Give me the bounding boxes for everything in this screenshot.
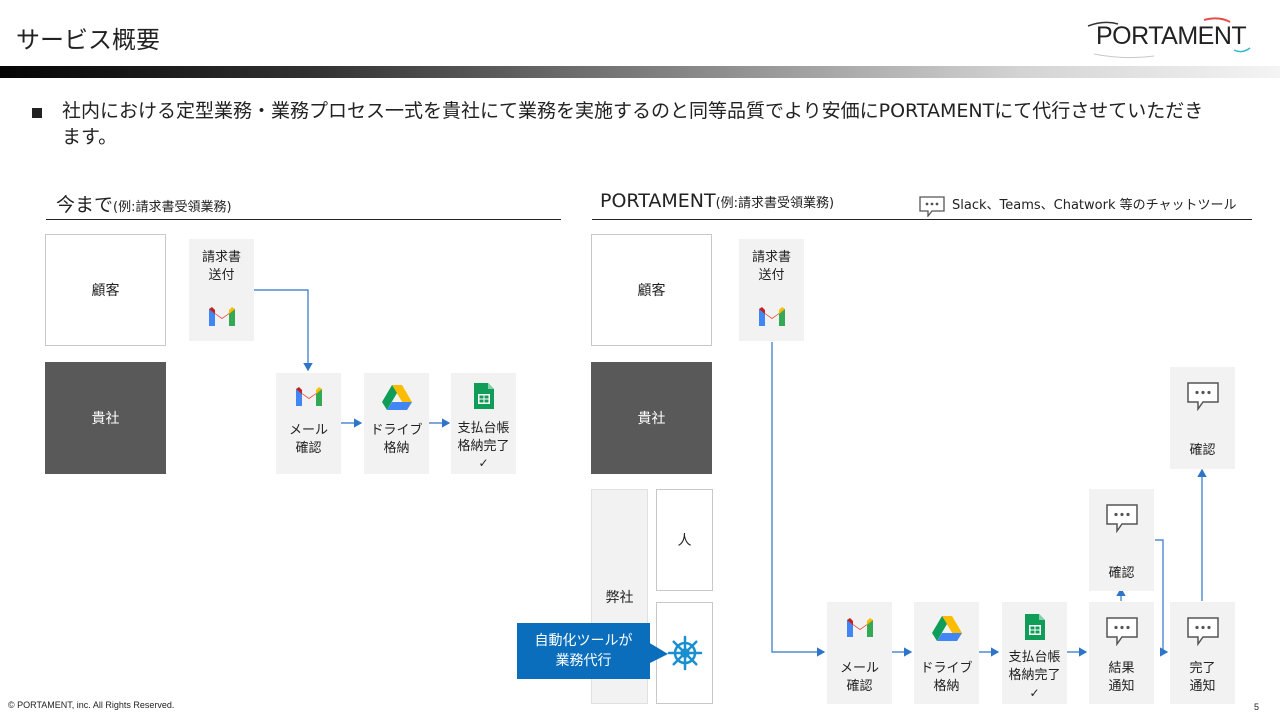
right-title: PORTAMENT xyxy=(600,190,716,212)
gmail-icon xyxy=(295,387,322,406)
step-label: 格納完了 xyxy=(457,439,510,454)
left-step-ledger: 支払台帳 格納完了 ✓ xyxy=(451,373,516,474)
step-label: 通知 xyxy=(1108,679,1135,694)
callout-pointer xyxy=(648,642,668,664)
right-section-title: PORTAMENT(例:請求書受領業務) xyxy=(600,190,834,212)
gmail-icon xyxy=(846,618,873,637)
right-step-drive: ドライブ 格納 xyxy=(914,602,979,704)
step-label: 確認 xyxy=(295,441,322,456)
right-subtitle: (例:請求書受領業務) xyxy=(715,196,835,211)
slide-title: サービス概要 xyxy=(16,26,160,54)
step-label: 完了 xyxy=(1189,661,1216,676)
gmail-icon xyxy=(758,307,785,326)
right-step-invoice: 請求書 送付 xyxy=(739,239,804,341)
right-lane-person: 人 xyxy=(656,489,713,591)
step-label: 送付 xyxy=(208,268,235,283)
google-sheets-icon xyxy=(1024,614,1045,640)
right-step-ledger: 支払台帳 格納完了 ✓ xyxy=(1002,602,1067,704)
callout-line: 自動化ツールが xyxy=(534,633,633,649)
arrow-invoice-to-mail xyxy=(254,289,313,372)
check-mark-icon: ✓ xyxy=(478,456,489,470)
right-section-divider xyxy=(592,219,1252,220)
left-step-mail: メール 確認 xyxy=(276,373,341,474)
right-step-result-notify: 結果 通知 xyxy=(1089,602,1154,704)
step-label: 格納 xyxy=(933,679,960,694)
arrow-invoice-to-mail-right xyxy=(771,342,826,657)
left-lane-customer: 顧客 xyxy=(45,234,166,346)
step-label: 格納 xyxy=(383,441,410,456)
chat-bubble-icon xyxy=(1186,382,1219,411)
google-drive-icon xyxy=(381,385,412,410)
bullet-square-icon xyxy=(32,108,42,118)
legend-text: Slack、Teams、Chatwork 等のチャットツール xyxy=(952,198,1237,213)
step-label: ドライブ xyxy=(370,423,423,438)
step-label: ドライブ xyxy=(920,661,973,676)
right-step-mail: メール 確認 xyxy=(827,602,892,704)
step-label: 支払台帳 xyxy=(457,421,510,436)
left-title: 今まで xyxy=(56,194,114,216)
left-subtitle: (例:請求書受領業務) xyxy=(113,200,232,215)
bullet-text: 社内における定型業務・業務プロセス一式を貴社にて業務を実施するのと同等品質でより… xyxy=(62,100,1204,148)
chat-bubble-icon xyxy=(1105,617,1138,646)
portament-logo: PORTAMENT xyxy=(1084,14,1254,62)
chat-bubble-icon xyxy=(1105,504,1138,533)
page-number: 5 xyxy=(1254,702,1260,712)
step-label: 通知 xyxy=(1189,679,1216,694)
callout-line: 業務代行 xyxy=(555,653,612,669)
step-label: 結果 xyxy=(1108,661,1135,676)
step-label: 請求書 xyxy=(201,250,241,265)
step-label: 格納完了 xyxy=(1008,668,1061,683)
step-label: 確認 xyxy=(846,679,873,694)
right-lane-company: 貴社 xyxy=(591,362,712,474)
left-section-divider xyxy=(46,219,561,220)
step-label: 請求書 xyxy=(751,250,791,265)
left-step-invoice: 請求書 送付 xyxy=(189,239,254,341)
step-label: メール xyxy=(288,423,328,438)
header-gradient-bar xyxy=(0,66,1280,78)
chat-tool-legend: Slack、Teams、Chatwork 等のチャットツール xyxy=(918,194,1237,218)
step-label: 確認 xyxy=(1108,566,1135,581)
right-step-done-notify: 完了 通知 xyxy=(1170,602,1235,704)
right-step-person-confirm: 確認 xyxy=(1089,489,1154,591)
gmail-icon xyxy=(208,307,235,326)
arrow-confirm-to-done xyxy=(1155,539,1169,657)
step-label: 確認 xyxy=(1189,443,1216,458)
google-drive-icon xyxy=(931,616,962,641)
ship-wheel-icon xyxy=(667,635,702,671)
copyright-footer: © PORTAMENT, inc. All Rights Reserved. xyxy=(8,700,175,710)
step-label: メール xyxy=(839,661,879,676)
automation-callout: 自動化ツールが 業務代行 xyxy=(517,623,650,679)
google-sheets-icon xyxy=(473,383,494,409)
step-label: 支払台帳 xyxy=(1008,650,1061,665)
right-lane-customer: 顧客 xyxy=(591,234,712,346)
left-step-drive: ドライブ 格納 xyxy=(364,373,429,474)
chat-bubble-icon xyxy=(1186,617,1219,646)
step-label: 送付 xyxy=(758,268,785,283)
check-mark-icon: ✓ xyxy=(1029,686,1040,700)
logo-text: PORTAMENT xyxy=(1096,22,1247,50)
left-lane-company: 貴社 xyxy=(45,362,166,474)
chat-bubble-icon xyxy=(919,195,945,218)
left-section-title: 今まで(例:請求書受領業務) xyxy=(56,190,232,217)
right-step-company-confirm: 確認 xyxy=(1170,367,1235,469)
